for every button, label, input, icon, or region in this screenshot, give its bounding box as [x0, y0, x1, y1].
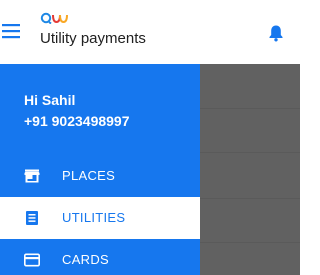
- drawer-item-cards[interactable]: CARDS: [0, 239, 200, 275]
- user-greeting: Hi Sahil: [24, 92, 76, 108]
- credit-card-icon: [24, 253, 40, 267]
- notification-button[interactable]: [268, 24, 286, 44]
- drawer-item-label: PLACES: [62, 168, 116, 183]
- app-bar: Utility payments: [0, 0, 300, 64]
- scrim-divider: [200, 242, 300, 243]
- drawer-item-label: CARDS: [62, 252, 110, 267]
- drawer-item-label: UTILITIES: [62, 210, 126, 225]
- bell-icon: [269, 25, 283, 42]
- menu-button[interactable]: [2, 22, 22, 40]
- drawer-item-places[interactable]: PLACES: [0, 155, 200, 197]
- list-icon: [26, 211, 38, 225]
- store-icon: [24, 169, 40, 183]
- navigation-drawer: Hi Sahil +91 9023498997 PLACES UTILITIES…: [0, 64, 200, 275]
- user-phone: +91 9023498997: [24, 113, 130, 129]
- drawer-scrim[interactable]: [200, 64, 300, 275]
- hamburger-menu-icon: [2, 24, 20, 39]
- app-screen: Utility payments Hi Sahil +91 9023498997: [0, 0, 300, 275]
- page-title: Utility payments: [40, 30, 146, 47]
- scrim-divider: [200, 198, 300, 199]
- brand-logo: [40, 11, 70, 25]
- scrim-divider: [200, 152, 300, 153]
- drawer-item-utilities[interactable]: UTILITIES: [0, 197, 200, 239]
- scrim-divider: [200, 108, 300, 109]
